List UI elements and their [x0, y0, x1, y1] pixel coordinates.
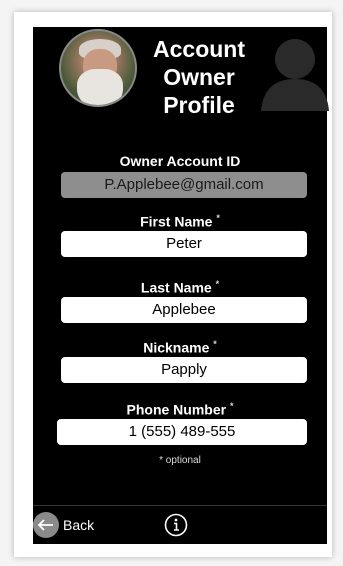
account-id-field: P.Applebee@gmail.com — [61, 172, 307, 198]
title-line-2: Owner — [163, 64, 235, 90]
avatar — [59, 29, 137, 107]
profile-screen: Account Owner Profile Owner Account ID P… — [33, 27, 329, 544]
phone-required-mark: * — [229, 401, 234, 411]
first-name-required-mark: * — [216, 213, 220, 223]
first-name-field[interactable]: Peter — [61, 231, 307, 257]
back-label: Back — [63, 517, 95, 533]
first-name-label-text: First Name — [140, 213, 213, 230]
info-icon[interactable] — [164, 513, 188, 537]
last-name-label-text: Last Name — [140, 279, 212, 296]
page-title: Account Owner Profile — [133, 35, 265, 119]
title-line-1: Account — [153, 36, 245, 62]
title-line-3: Profile — [163, 92, 235, 118]
phone-label-text: Phone Number — [126, 401, 227, 418]
phone-label: Phone Number * — [33, 401, 327, 418]
phone-field[interactable]: 1 (555) 489-555 — [57, 419, 307, 445]
optional-note: * optional — [159, 455, 201, 466]
nickname-required-mark: * — [213, 339, 217, 349]
last-name-label: Last Name * — [33, 279, 327, 296]
avatar-beard — [77, 69, 123, 105]
last-name-required-mark: * — [215, 279, 220, 289]
nickname-label-text: Nickname — [143, 339, 210, 356]
back-button[interactable]: Back — [33, 512, 94, 538]
person-silhouette-icon — [261, 39, 329, 111]
left-arrow-icon — [33, 512, 59, 538]
bottom-bar: Back — [33, 505, 327, 544]
nickname-field[interactable]: Papply — [61, 357, 307, 383]
last-name-field[interactable]: Applebee — [61, 297, 307, 323]
account-id-label: Owner Account ID — [119, 153, 241, 169]
nickname-label: Nickname * — [33, 339, 327, 356]
first-name-label: First Name * — [33, 213, 327, 230]
